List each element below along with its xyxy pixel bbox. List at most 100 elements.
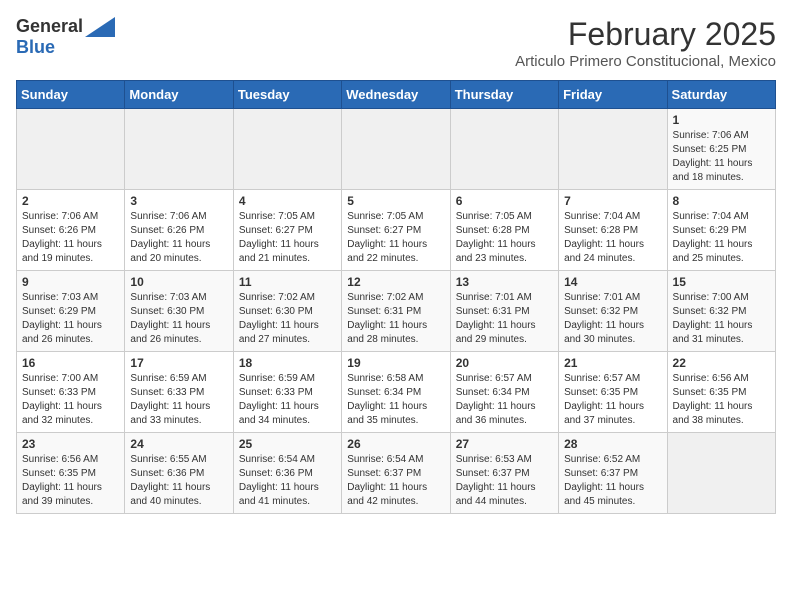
day-info: Sunrise: 6:57 AM Sunset: 6:34 PM Dayligh… (456, 372, 553, 428)
day-cell (17, 109, 125, 190)
day-info: Sunrise: 6:56 AM Sunset: 6:35 PM Dayligh… (22, 453, 119, 509)
day-number: 12 (347, 275, 444, 289)
day-info: Sunrise: 7:05 AM Sunset: 6:27 PM Dayligh… (239, 210, 336, 266)
day-cell: 10 Sunrise: 7:03 AM Sunset: 6:30 PM Dayli… (125, 271, 233, 352)
day-number: 10 (130, 275, 227, 289)
day-number: 16 (22, 356, 119, 370)
day-number: 9 (22, 275, 119, 289)
weekday-header-thursday: Thursday (450, 81, 558, 109)
day-info: Sunrise: 6:54 AM Sunset: 6:37 PM Dayligh… (347, 453, 444, 509)
weekday-header-row: SundayMondayTuesdayWednesdayThursdayFrid… (17, 81, 776, 109)
day-info: Sunrise: 6:58 AM Sunset: 6:34 PM Dayligh… (347, 372, 444, 428)
week-row-1: 2 Sunrise: 7:06 AM Sunset: 6:26 PM Daylig… (17, 190, 776, 271)
day-cell: 7 Sunrise: 7:04 AM Sunset: 6:28 PM Daylig… (559, 190, 667, 271)
day-info: Sunrise: 6:59 AM Sunset: 6:33 PM Dayligh… (239, 372, 336, 428)
day-number: 17 (130, 356, 227, 370)
day-cell: 22 Sunrise: 6:56 AM Sunset: 6:35 PM Dayli… (667, 352, 775, 433)
day-info: Sunrise: 7:00 AM Sunset: 6:33 PM Dayligh… (22, 372, 119, 428)
day-cell: 1Sunrise: 7:06 AM Sunset: 6:25 PM Daylig… (667, 109, 775, 190)
day-number: 20 (456, 356, 553, 370)
day-cell: 17 Sunrise: 6:59 AM Sunset: 6:33 PM Dayli… (125, 352, 233, 433)
day-cell: 11 Sunrise: 7:02 AM Sunset: 6:30 PM Dayli… (233, 271, 341, 352)
day-number: 7 (564, 194, 661, 208)
day-number: 2 (22, 194, 119, 208)
day-info: Sunrise: 7:04 AM Sunset: 6:28 PM Dayligh… (564, 210, 661, 266)
day-info: Sunrise: 6:55 AM Sunset: 6:36 PM Dayligh… (130, 453, 227, 509)
day-cell: 21 Sunrise: 6:57 AM Sunset: 6:35 PM Dayli… (559, 352, 667, 433)
day-number: 18 (239, 356, 336, 370)
day-cell: 4 Sunrise: 7:05 AM Sunset: 6:27 PM Daylig… (233, 190, 341, 271)
day-cell: 23 Sunrise: 6:56 AM Sunset: 6:35 PM Dayli… (17, 433, 125, 514)
day-cell: 3 Sunrise: 7:06 AM Sunset: 6:26 PM Daylig… (125, 190, 233, 271)
weekday-header-friday: Friday (559, 81, 667, 109)
day-cell: 6Sunrise: 7:05 AM Sunset: 6:28 PM Daylig… (450, 190, 558, 271)
day-cell: 20 Sunrise: 6:57 AM Sunset: 6:34 PM Dayli… (450, 352, 558, 433)
day-number: 27 (456, 437, 553, 451)
day-number: 19 (347, 356, 444, 370)
day-number: 14 (564, 275, 661, 289)
day-cell (450, 109, 558, 190)
day-number: 25 (239, 437, 336, 451)
day-info: Sunrise: 6:53 AM Sunset: 6:37 PM Dayligh… (456, 453, 553, 509)
day-info: Sunrise: 6:57 AM Sunset: 6:35 PM Dayligh… (564, 372, 661, 428)
day-info: Sunrise: 6:54 AM Sunset: 6:36 PM Dayligh… (239, 453, 336, 509)
day-info: Sunrise: 7:03 AM Sunset: 6:30 PM Dayligh… (130, 291, 227, 347)
day-cell: 9Sunrise: 7:03 AM Sunset: 6:29 PM Daylig… (17, 271, 125, 352)
day-cell (342, 109, 450, 190)
logo: General Blue (16, 16, 115, 58)
day-info: Sunrise: 6:59 AM Sunset: 6:33 PM Dayligh… (130, 372, 227, 428)
day-number: 6 (456, 194, 553, 208)
calendar-title: February 2025 (515, 16, 776, 53)
day-info: Sunrise: 7:05 AM Sunset: 6:27 PM Dayligh… (347, 210, 444, 266)
page-header: General Blue February 2025 Articulo Prim… (16, 16, 776, 70)
weekday-header-sunday: Sunday (17, 81, 125, 109)
day-info: Sunrise: 7:01 AM Sunset: 6:32 PM Dayligh… (564, 291, 661, 347)
day-number: 5 (347, 194, 444, 208)
day-info: Sunrise: 7:06 AM Sunset: 6:26 PM Dayligh… (22, 210, 119, 266)
day-cell (125, 109, 233, 190)
week-row-4: 23 Sunrise: 6:56 AM Sunset: 6:35 PM Dayli… (17, 433, 776, 514)
day-cell (233, 109, 341, 190)
day-number: 3 (130, 194, 227, 208)
day-info: Sunrise: 7:01 AM Sunset: 6:31 PM Dayligh… (456, 291, 553, 347)
day-number: 28 (564, 437, 661, 451)
day-number: 4 (239, 194, 336, 208)
week-row-3: 16 Sunrise: 7:00 AM Sunset: 6:33 PM Dayli… (17, 352, 776, 433)
logo-blue-text: Blue (16, 37, 55, 58)
day-info: Sunrise: 7:00 AM Sunset: 6:32 PM Dayligh… (673, 291, 770, 347)
weekday-header-wednesday: Wednesday (342, 81, 450, 109)
week-row-0: 1Sunrise: 7:06 AM Sunset: 6:25 PM Daylig… (17, 109, 776, 190)
day-number: 21 (564, 356, 661, 370)
day-number: 11 (239, 275, 336, 289)
day-cell: 16 Sunrise: 7:00 AM Sunset: 6:33 PM Dayli… (17, 352, 125, 433)
day-cell: 25 Sunrise: 6:54 AM Sunset: 6:36 PM Dayli… (233, 433, 341, 514)
day-cell (667, 433, 775, 514)
day-cell (559, 109, 667, 190)
day-cell: 14 Sunrise: 7:01 AM Sunset: 6:32 PM Dayli… (559, 271, 667, 352)
day-cell: 15Sunrise: 7:00 AM Sunset: 6:32 PM Dayli… (667, 271, 775, 352)
logo-general-text: General (16, 16, 83, 37)
weekday-header-monday: Monday (125, 81, 233, 109)
day-cell: 12Sunrise: 7:02 AM Sunset: 6:31 PM Dayli… (342, 271, 450, 352)
day-cell: 18 Sunrise: 6:59 AM Sunset: 6:33 PM Dayli… (233, 352, 341, 433)
day-info: Sunrise: 6:56 AM Sunset: 6:35 PM Dayligh… (673, 372, 770, 428)
day-number: 23 (22, 437, 119, 451)
day-info: Sunrise: 7:06 AM Sunset: 6:25 PM Dayligh… (673, 129, 770, 185)
day-cell: 24Sunrise: 6:55 AM Sunset: 6:36 PM Dayli… (125, 433, 233, 514)
weekday-header-tuesday: Tuesday (233, 81, 341, 109)
day-number: 8 (673, 194, 770, 208)
day-cell: 28Sunrise: 6:52 AM Sunset: 6:37 PM Dayli… (559, 433, 667, 514)
calendar-table: SundayMondayTuesdayWednesdayThursdayFrid… (16, 80, 776, 514)
day-cell: 5 Sunrise: 7:05 AM Sunset: 6:27 PM Daylig… (342, 190, 450, 271)
day-info: Sunrise: 7:02 AM Sunset: 6:30 PM Dayligh… (239, 291, 336, 347)
day-cell: 26Sunrise: 6:54 AM Sunset: 6:37 PM Dayli… (342, 433, 450, 514)
day-cell: 19 Sunrise: 6:58 AM Sunset: 6:34 PM Dayli… (342, 352, 450, 433)
calendar-subtitle: Articulo Primero Constitucional, Mexico (515, 53, 776, 70)
day-info: Sunrise: 7:04 AM Sunset: 6:29 PM Dayligh… (673, 210, 770, 266)
day-cell: 2 Sunrise: 7:06 AM Sunset: 6:26 PM Daylig… (17, 190, 125, 271)
day-info: Sunrise: 7:06 AM Sunset: 6:26 PM Dayligh… (130, 210, 227, 266)
day-number: 13 (456, 275, 553, 289)
day-cell: 27 Sunrise: 6:53 AM Sunset: 6:37 PM Dayli… (450, 433, 558, 514)
day-number: 22 (673, 356, 770, 370)
day-cell: 8 Sunrise: 7:04 AM Sunset: 6:29 PM Daylig… (667, 190, 775, 271)
